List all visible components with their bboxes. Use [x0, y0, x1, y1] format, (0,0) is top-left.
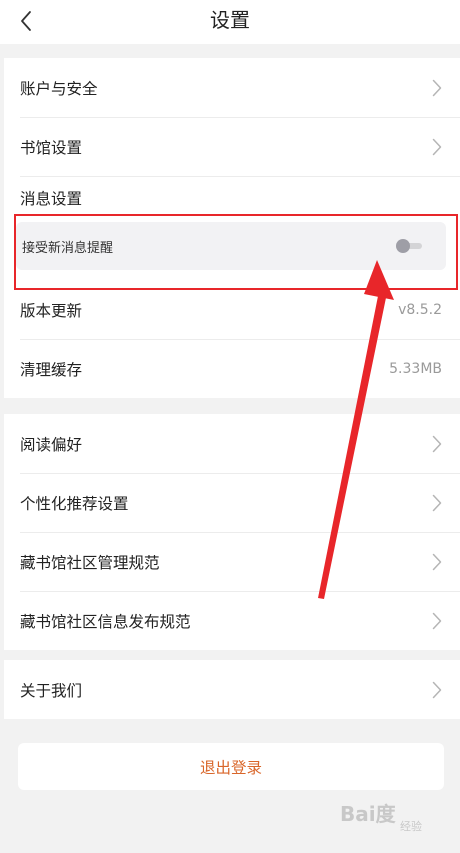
row-label: 关于我们 [20, 681, 83, 700]
row-label: 消息设置 [20, 190, 83, 208]
watermark-logo: Bai度 经验 [340, 798, 450, 842]
logout-button[interactable]: 退出登录 [18, 743, 444, 790]
cache-size-value: 5.33MB [389, 360, 442, 377]
row-version-update[interactable]: 版本更新 v8.5.2 [4, 280, 460, 339]
new-message-alert-toggle[interactable] [396, 239, 424, 253]
row-about-us[interactable]: 关于我们 [4, 660, 460, 719]
watermark-brand: Bai度 [340, 802, 396, 826]
chevron-right-icon [432, 138, 442, 156]
row-label: 接受新消息提醒 [22, 240, 114, 256]
row-clear-cache[interactable]: 清理缓存 5.33MB [4, 339, 460, 398]
chevron-right-icon [432, 612, 442, 630]
message-settings-header: 消息设置 [4, 176, 460, 220]
row-label: 阅读偏好 [20, 435, 83, 454]
row-community-posting-rules[interactable]: 藏书馆社区信息发布规范 [4, 591, 460, 650]
chevron-right-icon [432, 79, 442, 97]
chevron-right-icon [432, 435, 442, 453]
settings-screen: 设置 账户与安全 书馆设置 消息设置 接受新消息提醒 版本更新 v8.5.2 清… [0, 0, 460, 853]
settings-group-2: 阅读偏好 个性化推荐设置 藏书馆社区管理规范 藏书馆社区信息发布规范 [4, 414, 460, 650]
settings-group-1: 账户与安全 书馆设置 消息设置 接受新消息提醒 版本更新 v8.5.2 清理缓存… [4, 58, 460, 398]
logout-label: 退出登录 [199, 758, 262, 777]
row-reading-preference[interactable]: 阅读偏好 [4, 414, 460, 473]
row-community-management-rules[interactable]: 藏书馆社区管理规范 [4, 532, 460, 591]
version-value: v8.5.2 [398, 301, 442, 318]
row-label: 书馆设置 [20, 138, 83, 157]
chevron-right-icon [432, 494, 442, 512]
row-label: 藏书馆社区信息发布规范 [20, 612, 191, 631]
row-label: 个性化推荐设置 [20, 494, 129, 513]
page-title: 设置 [210, 8, 250, 32]
row-new-message-alert[interactable]: 接受新消息提醒 [16, 222, 446, 270]
watermark-sub: 经验 [400, 820, 422, 833]
row-label: 账户与安全 [20, 79, 98, 98]
settings-group-3: 关于我们 [4, 660, 460, 719]
row-label: 藏书馆社区管理规范 [20, 553, 160, 572]
header-bar: 设置 [0, 0, 460, 44]
row-account-security[interactable]: 账户与安全 [4, 58, 460, 117]
chevron-right-icon [432, 681, 442, 699]
row-label: 清理缓存 [20, 360, 83, 379]
toggle-knob [396, 239, 410, 253]
row-label: 版本更新 [20, 301, 83, 320]
row-personalized-recommendation[interactable]: 个性化推荐设置 [4, 473, 460, 532]
row-library-settings[interactable]: 书馆设置 [4, 117, 460, 176]
chevron-right-icon [432, 553, 442, 571]
